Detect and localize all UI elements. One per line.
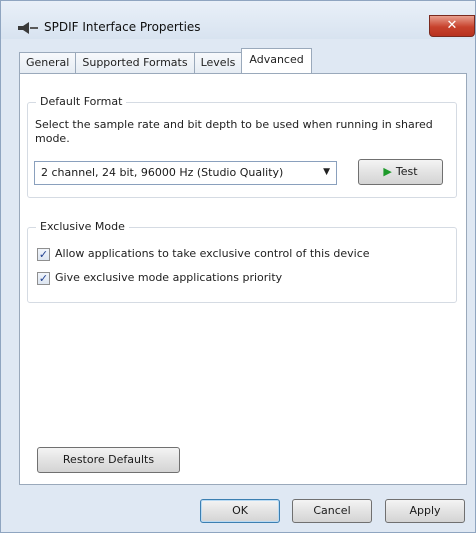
exclusive-priority-label[interactable]: Give exclusive mode applications priorit…	[55, 271, 282, 284]
default-format-description: Select the sample rate and bit depth to …	[35, 118, 433, 145]
window-title: SPDIF Interface Properties	[44, 20, 201, 34]
exclusive-mode-group: Exclusive Mode	[27, 220, 457, 303]
speaker-icon	[18, 22, 38, 34]
tab-general[interactable]: General	[19, 52, 77, 73]
test-button[interactable]: ▶ Test	[358, 159, 443, 185]
format-select-value: 2 channel, 24 bit, 96000 Hz (Studio Qual…	[41, 166, 284, 179]
title-bar[interactable]: SPDIF Interface Properties ✕	[1, 1, 475, 39]
exclusive-priority-checkbox[interactable]: ✓	[37, 272, 50, 285]
apply-button[interactable]: Apply	[385, 499, 465, 523]
exclusive-control-checkbox[interactable]: ✓	[37, 248, 50, 261]
properties-dialog: SPDIF Interface Properties ✕ General Sup…	[0, 0, 476, 533]
default-format-label: Default Format	[36, 95, 127, 108]
play-icon: ▶	[383, 165, 392, 178]
tab-strip: General Supported Formats Levels Advance…	[19, 48, 312, 73]
exclusive-mode-label: Exclusive Mode	[36, 220, 129, 233]
tab-supported-formats[interactable]: Supported Formats	[75, 52, 195, 73]
cancel-button[interactable]: Cancel	[292, 499, 372, 523]
close-button[interactable]: ✕	[429, 15, 475, 37]
ok-button[interactable]: OK	[200, 499, 280, 523]
format-select[interactable]: 2 channel, 24 bit, 96000 Hz (Studio Qual…	[34, 161, 337, 185]
tab-advanced[interactable]: Advanced	[241, 48, 312, 73]
chevron-down-icon: ▼	[323, 167, 330, 177]
exclusive-control-label[interactable]: Allow applications to take exclusive con…	[55, 247, 370, 260]
restore-defaults-button[interactable]: Restore Defaults	[37, 447, 180, 473]
test-button-label: Test	[395, 165, 418, 178]
tab-levels[interactable]: Levels	[193, 52, 243, 73]
